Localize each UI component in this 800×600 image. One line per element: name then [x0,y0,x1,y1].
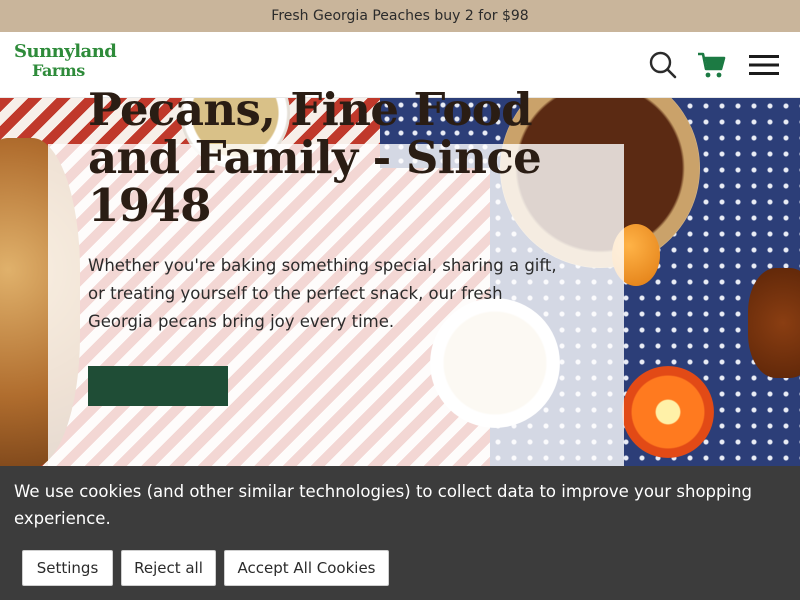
menu-icon [749,55,779,75]
logo-line-2: Farms [32,61,85,80]
hero-image-flower [622,366,714,458]
cart-icon [698,52,726,78]
search-icon [649,51,677,79]
cart-button[interactable] [696,50,726,80]
hero-title: Pecans, Fine Food and Family - Since 194… [88,83,542,232]
reject-all-button[interactable]: Reject all [121,550,216,586]
promo-bar[interactable]: Fresh Georgia Peaches buy 2 for $98 [0,0,800,32]
hero-cta-button[interactable] [88,366,228,406]
accept-all-cookies-button[interactable]: Accept All Cookies [224,550,389,586]
cookie-message: We use cookies (and other similar techno… [14,482,753,528]
promo-text[interactable]: Fresh Georgia Peaches buy 2 for $98 [271,8,528,24]
hero-image-pecans [748,268,800,378]
cookie-settings-button[interactable]: Settings [22,550,113,586]
logo-line-1: Sunnyland [14,41,117,62]
hero-description: Whether you're baking something special,… [88,256,557,331]
search-button[interactable] [648,50,678,80]
sunnyland-farms-logo[interactable]: Sunnyland Farms [14,41,117,86]
menu-button[interactable] [748,50,780,80]
cookie-banner: We use cookies (and other similar techno… [0,466,800,600]
